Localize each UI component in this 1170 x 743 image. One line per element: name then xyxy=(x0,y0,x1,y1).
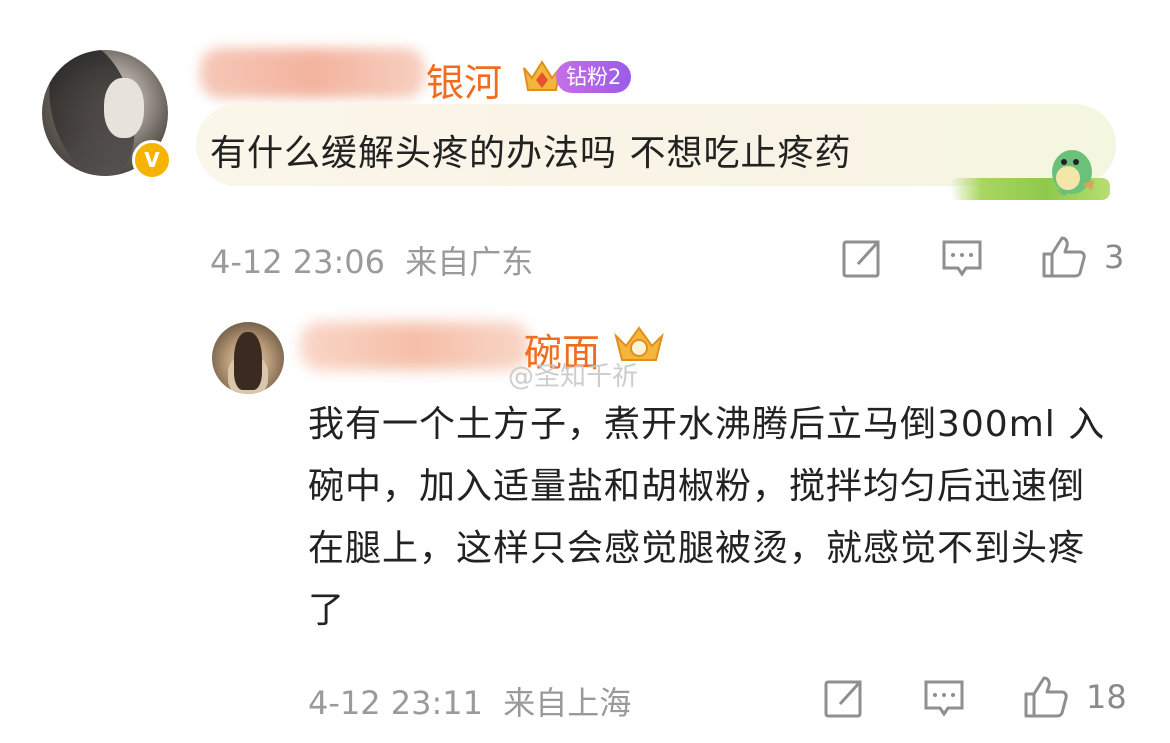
reply-text: 我有一个土方子，煮开水沸腾后立马倒300ml 入碗中，加入适量盐和胡椒粉，搅拌均… xyxy=(308,404,1106,631)
location: 来自广东 xyxy=(405,243,534,281)
username[interactable]: 银河 xyxy=(426,52,502,107)
location: 来自上海 xyxy=(503,684,632,722)
blurred-username xyxy=(200,48,425,98)
comment-icon[interactable] xyxy=(922,676,966,720)
comment-text: 有什么缓解头疼的办法吗 不想吃止疼药 xyxy=(210,133,852,174)
comment-meta: 4-12 23:06 来自广东 xyxy=(210,237,533,283)
comment-icon[interactable] xyxy=(940,236,984,280)
share-icon[interactable] xyxy=(840,236,884,280)
watermark: @圣知千祈 xyxy=(508,362,639,392)
reply-meta: 4-12 23:11 来自上海 xyxy=(308,678,631,724)
like-count: 3 xyxy=(1104,238,1125,276)
timestamp: 4-12 23:06 xyxy=(210,243,386,281)
blurred-username xyxy=(300,322,530,370)
verified-badge: V xyxy=(132,140,172,180)
share-icon[interactable] xyxy=(822,676,866,720)
thumbs-up-icon[interactable] xyxy=(1022,674,1068,718)
thumbs-up-icon[interactable] xyxy=(1040,234,1086,278)
avatar[interactable] xyxy=(212,322,284,394)
timestamp: 4-12 23:11 xyxy=(308,684,484,722)
fan-badge: 钻粉2 xyxy=(556,61,632,93)
like-count: 18 xyxy=(1086,678,1127,716)
dinosaur-sticker-icon xyxy=(1042,140,1104,198)
